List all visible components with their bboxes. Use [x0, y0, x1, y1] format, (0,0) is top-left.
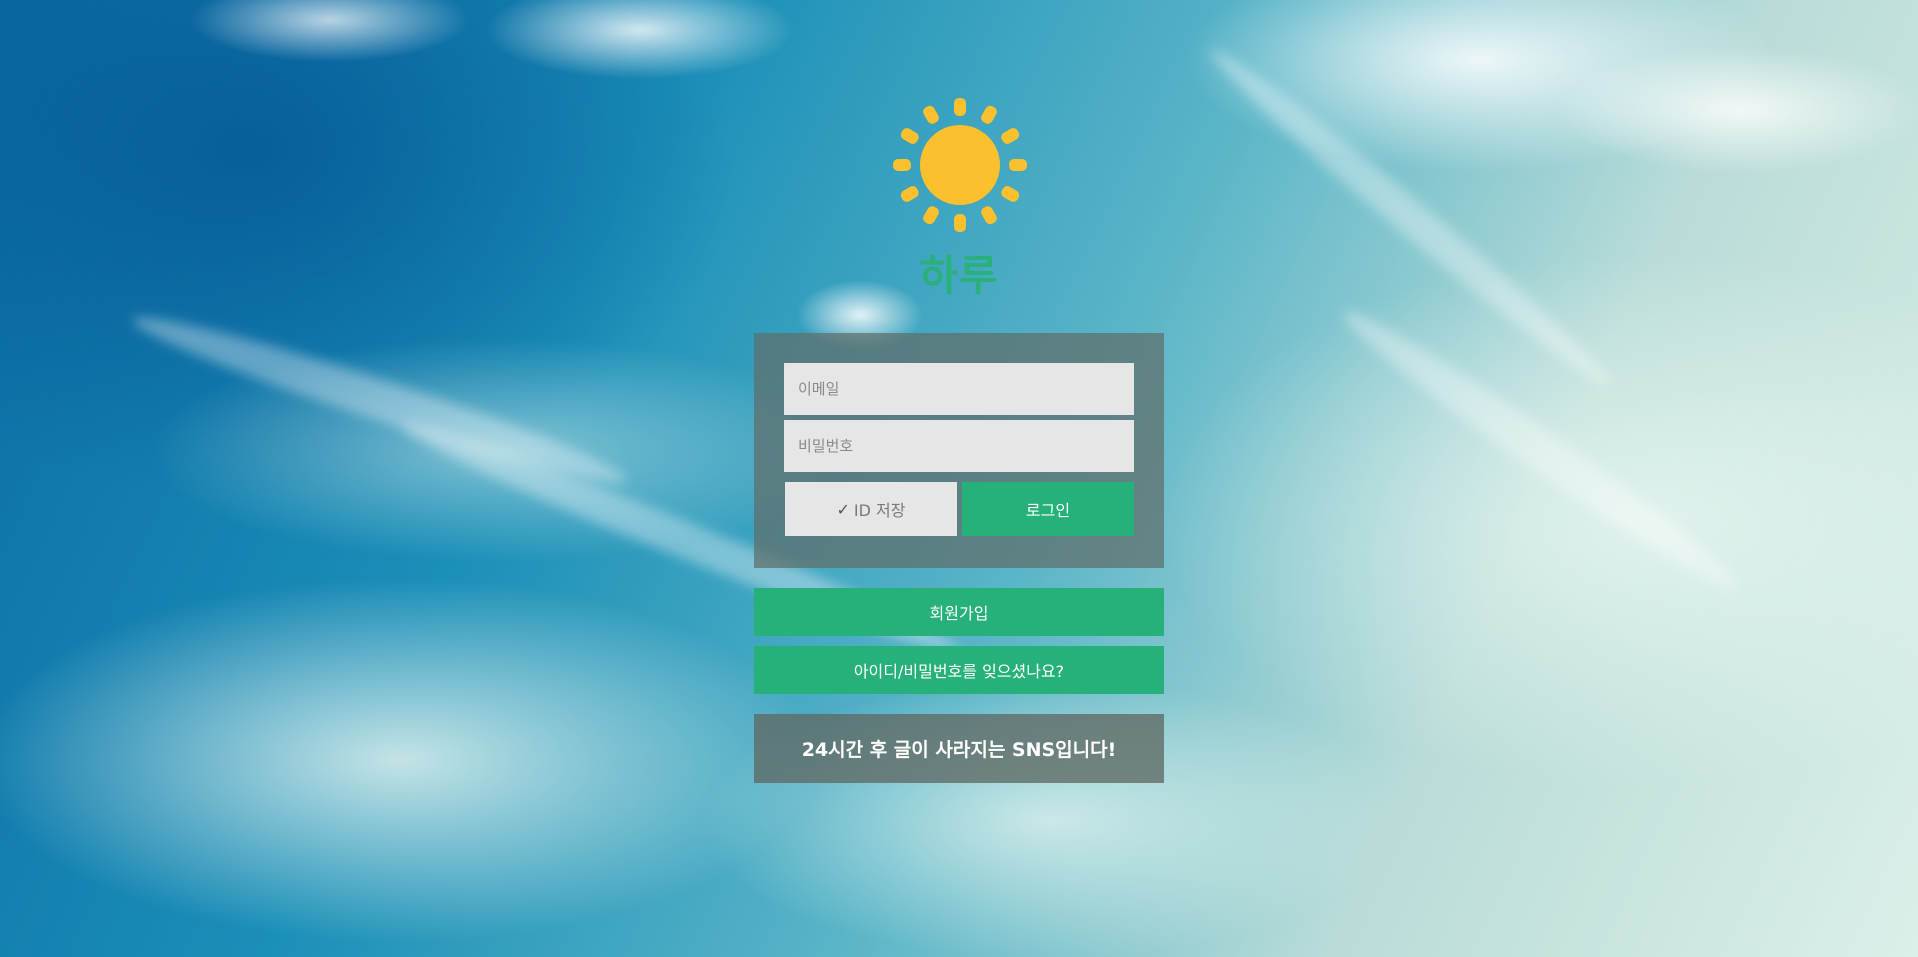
login-page: 하루 ✓ ID 저장 로그인 회원가입 아이디/비밀번호를 잊으셨나요? 24시…	[0, 0, 1918, 957]
forgot-credentials-button[interactable]: 아이디/비밀번호를 잊으셨나요?	[754, 646, 1164, 694]
checkmark-icon: ✓	[836, 499, 850, 519]
sun-ray	[923, 105, 939, 124]
email-input[interactable]	[784, 363, 1134, 415]
brand-name: 하루	[919, 251, 999, 300]
sun-ray	[1001, 186, 1020, 202]
login-panel: ✓ ID 저장 로그인	[754, 333, 1164, 568]
background-cloud-streak	[126, 300, 634, 500]
save-id-label: ID 저장	[853, 501, 906, 520]
sun-ray	[900, 186, 919, 202]
sun-ray	[893, 159, 911, 171]
sun-ray	[954, 98, 966, 116]
save-id-toggle[interactable]: ✓ ID 저장	[785, 482, 957, 536]
sun-icon	[893, 98, 1027, 232]
sun-ray	[1001, 128, 1020, 144]
sun-ray	[981, 206, 997, 225]
sun-ray	[1009, 159, 1027, 171]
password-input[interactable]	[784, 420, 1134, 472]
sun-ray	[923, 206, 939, 225]
sun-ray	[900, 128, 919, 144]
tagline-banner: 24시간 후 글이 사라지는 SNS입니다!	[754, 714, 1164, 783]
sun-ray	[954, 214, 966, 232]
login-button[interactable]: 로그인	[962, 482, 1134, 536]
sun-ray	[981, 105, 997, 124]
signup-button[interactable]: 회원가입	[754, 588, 1164, 636]
